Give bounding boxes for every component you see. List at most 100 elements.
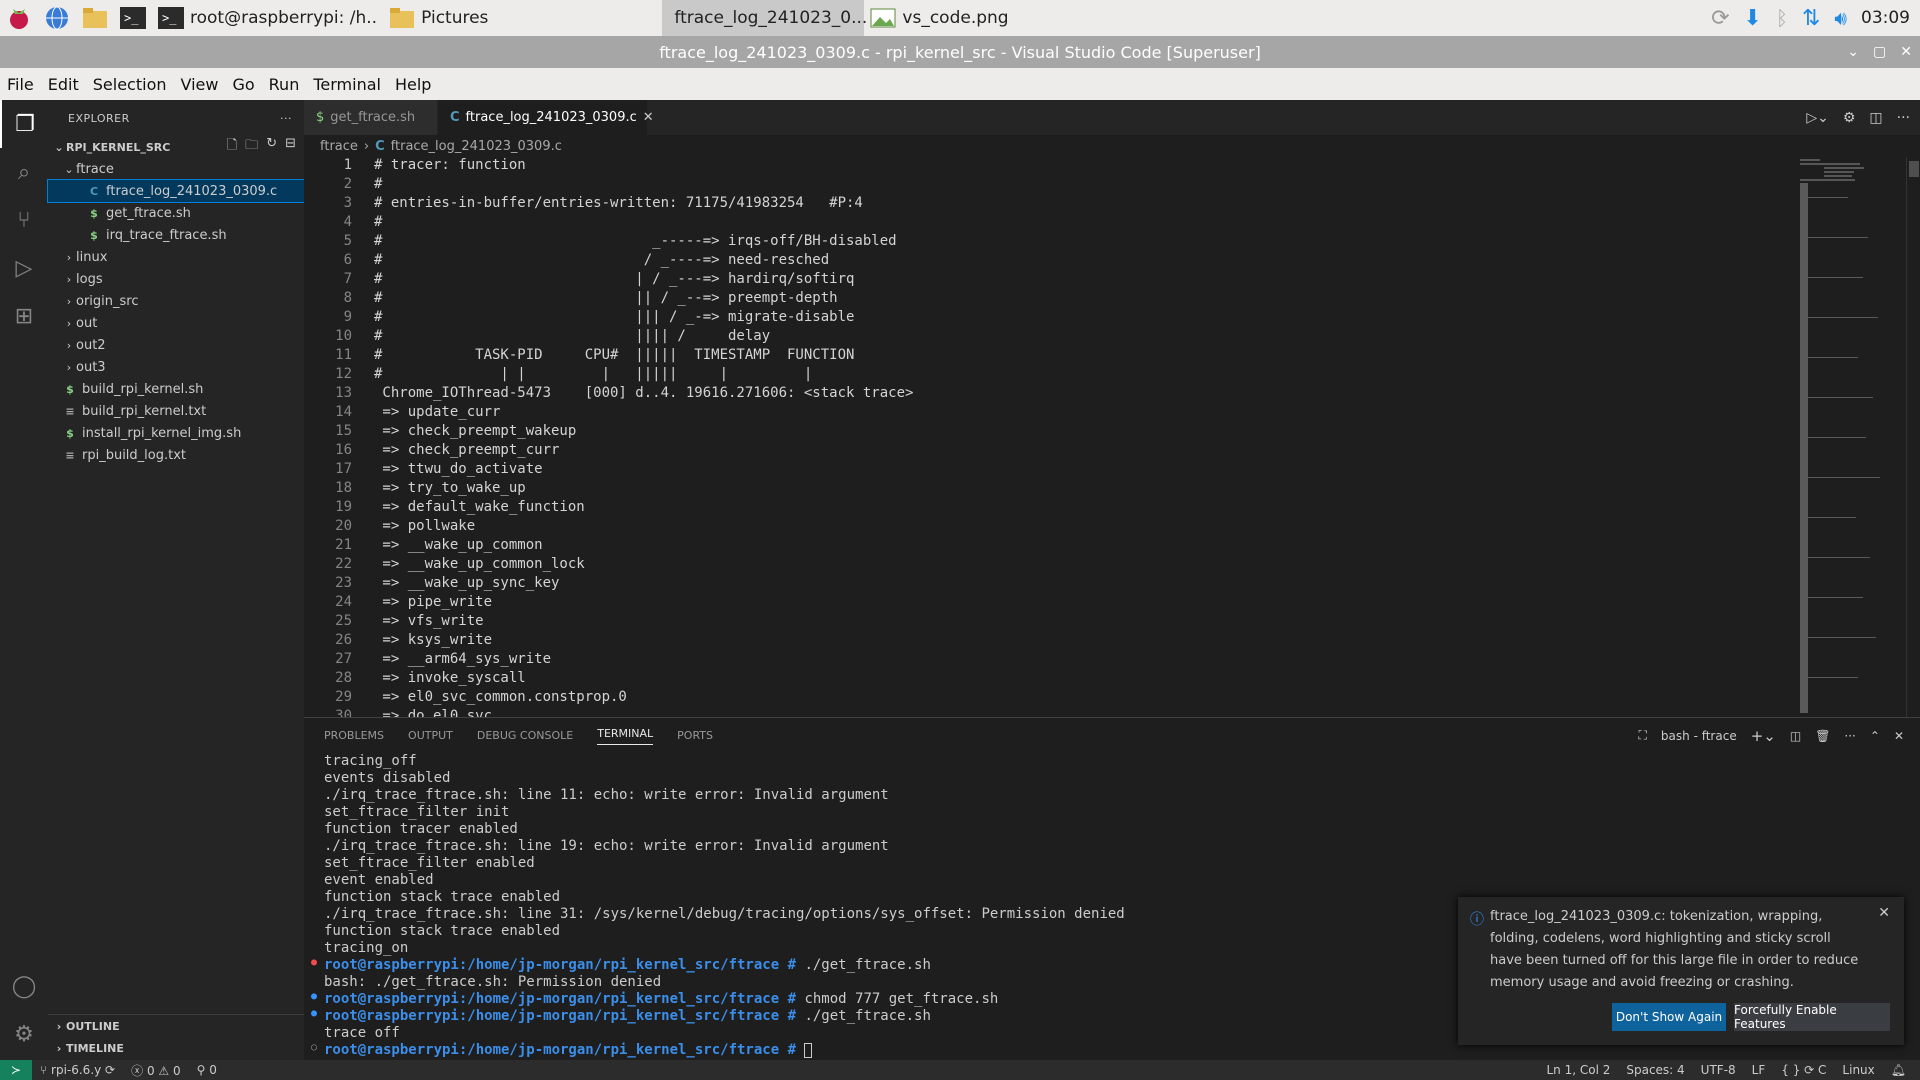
sync-icon[interactable]: ⟳ — [1711, 6, 1729, 31]
source-control-icon[interactable]: ⑂ — [0, 196, 48, 244]
explorer-icon[interactable]: ❐ — [0, 100, 48, 148]
tree-item[interactable]: Cftrace_log_241023_0309.c — [47, 179, 305, 203]
command-status-icon[interactable]: ● — [311, 1008, 317, 1019]
line-number: 18 — [335, 480, 352, 496]
more-icon[interactable]: ··· — [1897, 110, 1910, 126]
refresh-icon[interactable]: ↻ — [266, 136, 277, 158]
tree-item[interactable]: › logs — [48, 268, 304, 290]
breadcrumb-file[interactable]: ftrace_log_241023_0309.c — [391, 139, 562, 154]
network-icon[interactable]: ⇅ — [1802, 6, 1820, 31]
ports-indicator[interactable]: ⚲ 0 — [189, 1063, 225, 1077]
tree-item[interactable]: $ build_rpi_kernel.sh — [48, 378, 304, 400]
tab-debug-console[interactable]: DEBUG CONSOLE — [477, 729, 573, 742]
cursor-position[interactable]: Ln 1, Col 2 — [1538, 1063, 1618, 1077]
new-file-icon[interactable]: 🗋︎ — [227, 136, 237, 158]
more-actions-icon[interactable]: ··· — [280, 112, 292, 125]
menu-file[interactable]: File — [0, 75, 41, 94]
command-status-icon[interactable]: ○ — [311, 1042, 317, 1053]
language-mode[interactable]: { } ⟳ C — [1773, 1063, 1834, 1077]
branch-indicator[interactable]: ⑂ rpi-6.6.y ⟳ — [32, 1063, 123, 1077]
browser-icon[interactable] — [42, 3, 72, 33]
platform[interactable]: Linux — [1834, 1063, 1882, 1077]
minimize-icon[interactable]: ⌄ — [1847, 44, 1859, 60]
volume-icon[interactable]: 🔊︎ — [1834, 6, 1847, 30]
file-manager-icon[interactable] — [80, 3, 110, 33]
minimap[interactable] — [1794, 157, 1904, 717]
tab-output[interactable]: OUTPUT — [408, 729, 453, 742]
tab-ports[interactable]: PORTS — [677, 729, 713, 742]
tab-problems[interactable]: PROBLEMS — [324, 729, 384, 742]
tree-item[interactable]: › out — [48, 312, 304, 334]
tree-item[interactable]: ≡ rpi_build_log.txt — [48, 444, 304, 466]
editor-scrollbar[interactable] — [1906, 157, 1920, 717]
command-status-icon[interactable]: ● — [311, 991, 317, 1002]
tab-ftrace-log[interactable]: C ftrace_log_241023_0309.c ✕ — [438, 100, 654, 135]
run-debug-icon[interactable]: ▷ — [0, 244, 48, 292]
menu-run[interactable]: Run — [262, 75, 307, 94]
workspace-root[interactable]: ⌄ RPI_KERNEL_SRC 🗋︎ 🗀︎ ↻ ⊟ — [48, 136, 304, 158]
shell-file-icon: $ — [66, 382, 74, 396]
collapse-all-icon[interactable]: ⊟ — [285, 136, 296, 158]
line-ending[interactable]: LF — [1744, 1063, 1774, 1077]
encoding[interactable]: UTF-8 — [1693, 1063, 1744, 1077]
indentation[interactable]: Spaces: 4 — [1618, 1063, 1692, 1077]
close-tab-icon[interactable]: ✕ — [643, 110, 654, 125]
menu-edit[interactable]: Edit — [41, 75, 86, 94]
tree-item[interactable]: ⌄ ftrace — [48, 158, 304, 180]
tree-item[interactable]: › linux — [48, 246, 304, 268]
taskbar-window-vscode[interactable]: ftrace_log_241023_0... — [662, 0, 867, 36]
settings-icon[interactable]: ⚙ — [1843, 110, 1856, 126]
menu-selection[interactable]: Selection — [86, 75, 174, 94]
menu-go[interactable]: Go — [225, 75, 261, 94]
forcefully-enable-button[interactable]: Forcefully Enable Features — [1734, 1003, 1890, 1031]
split-terminal-icon[interactable]: ◫ — [1790, 729, 1801, 743]
split-editor-icon[interactable]: ◫ — [1869, 110, 1882, 126]
close-panel-icon[interactable]: ✕ — [1894, 729, 1904, 743]
maximize-icon[interactable]: ▢ — [1873, 44, 1886, 60]
taskbar-window-pictures[interactable]: Pictures — [383, 0, 494, 36]
tab-get-ftrace[interactable]: $ get_ftrace.sh — [304, 100, 438, 135]
tree-item[interactable]: › out3 — [48, 356, 304, 378]
remote-indicator-icon[interactable]: ≻ — [0, 1060, 32, 1080]
settings-gear-icon[interactable]: ⚙ — [0, 1010, 48, 1058]
close-window-icon[interactable]: ✕ — [1900, 44, 1912, 60]
command-status-icon[interactable]: ● — [311, 957, 317, 968]
tree-item[interactable]: ≡ build_rpi_kernel.txt — [48, 400, 304, 422]
new-folder-icon[interactable]: 🗀︎ — [245, 136, 258, 158]
menu-view[interactable]: View — [174, 75, 226, 94]
taskbar-window-image-viewer[interactable]: vs_code.png — [864, 0, 1014, 36]
tree-item-label: origin_src — [76, 293, 139, 309]
more-icon[interactable]: ··· — [1844, 729, 1855, 743]
problems-indicator[interactable]: ⓧ 0 ⚠ 0 — [123, 1062, 189, 1079]
menu-help[interactable]: Help — [388, 75, 438, 94]
clock[interactable]: 03:09 — [1861, 8, 1910, 28]
tree-item[interactable]: › origin_src — [48, 290, 304, 312]
terminal-app-icon[interactable]: >_ — [118, 3, 148, 33]
new-terminal-icon[interactable]: +⌄ — [1751, 727, 1776, 745]
account-icon[interactable]: ◯ — [0, 962, 48, 1010]
breadcrumb-folder[interactable]: ftrace — [320, 139, 358, 154]
extensions-icon[interactable]: ⊞ — [0, 292, 48, 340]
outline-section[interactable]: › OUTLINE — [48, 1015, 304, 1037]
close-notification-icon[interactable]: ✕ — [1878, 905, 1890, 921]
raspberry-menu-icon[interactable] — [4, 3, 34, 33]
maximize-panel-icon[interactable]: ⌃ — [1870, 729, 1880, 743]
run-icon[interactable]: ▷⌄ — [1806, 110, 1829, 126]
tree-item[interactable]: $ install_rpi_kernel_img.sh — [48, 422, 304, 444]
tree-item[interactable]: › out2 — [48, 334, 304, 356]
trash-icon[interactable]: 🗑︎ — [1815, 729, 1830, 743]
terminal-selector[interactable]: bash - ftrace — [1661, 729, 1737, 743]
search-icon[interactable]: ⌕ — [0, 148, 48, 196]
tree-item[interactable]: $ irq_trace_ftrace.sh — [48, 224, 304, 246]
menu-terminal[interactable]: Terminal — [306, 75, 388, 94]
notifications-bell-icon[interactable]: 🔔︎ — [1883, 1063, 1914, 1077]
taskbar-window-terminal[interactable]: >_ root@raspberrypi: /h.. — [152, 0, 383, 36]
terminal-line: set_ftrace_filter init — [324, 804, 1920, 821]
code-editor[interactable]: 1 # tracer: function 2 #3 # entries-in-buffe… — [304, 157, 1794, 717]
timeline-section[interactable]: › TIMELINE — [48, 1037, 304, 1059]
tab-terminal[interactable]: TERMINAL — [597, 727, 654, 745]
tree-item[interactable]: $ get_ftrace.sh — [48, 202, 304, 224]
dont-show-again-button[interactable]: Don't Show Again — [1612, 1003, 1726, 1031]
bluetooth-icon[interactable]: ᛒ — [1776, 6, 1788, 30]
update-icon[interactable]: ⬇ — [1744, 6, 1762, 31]
